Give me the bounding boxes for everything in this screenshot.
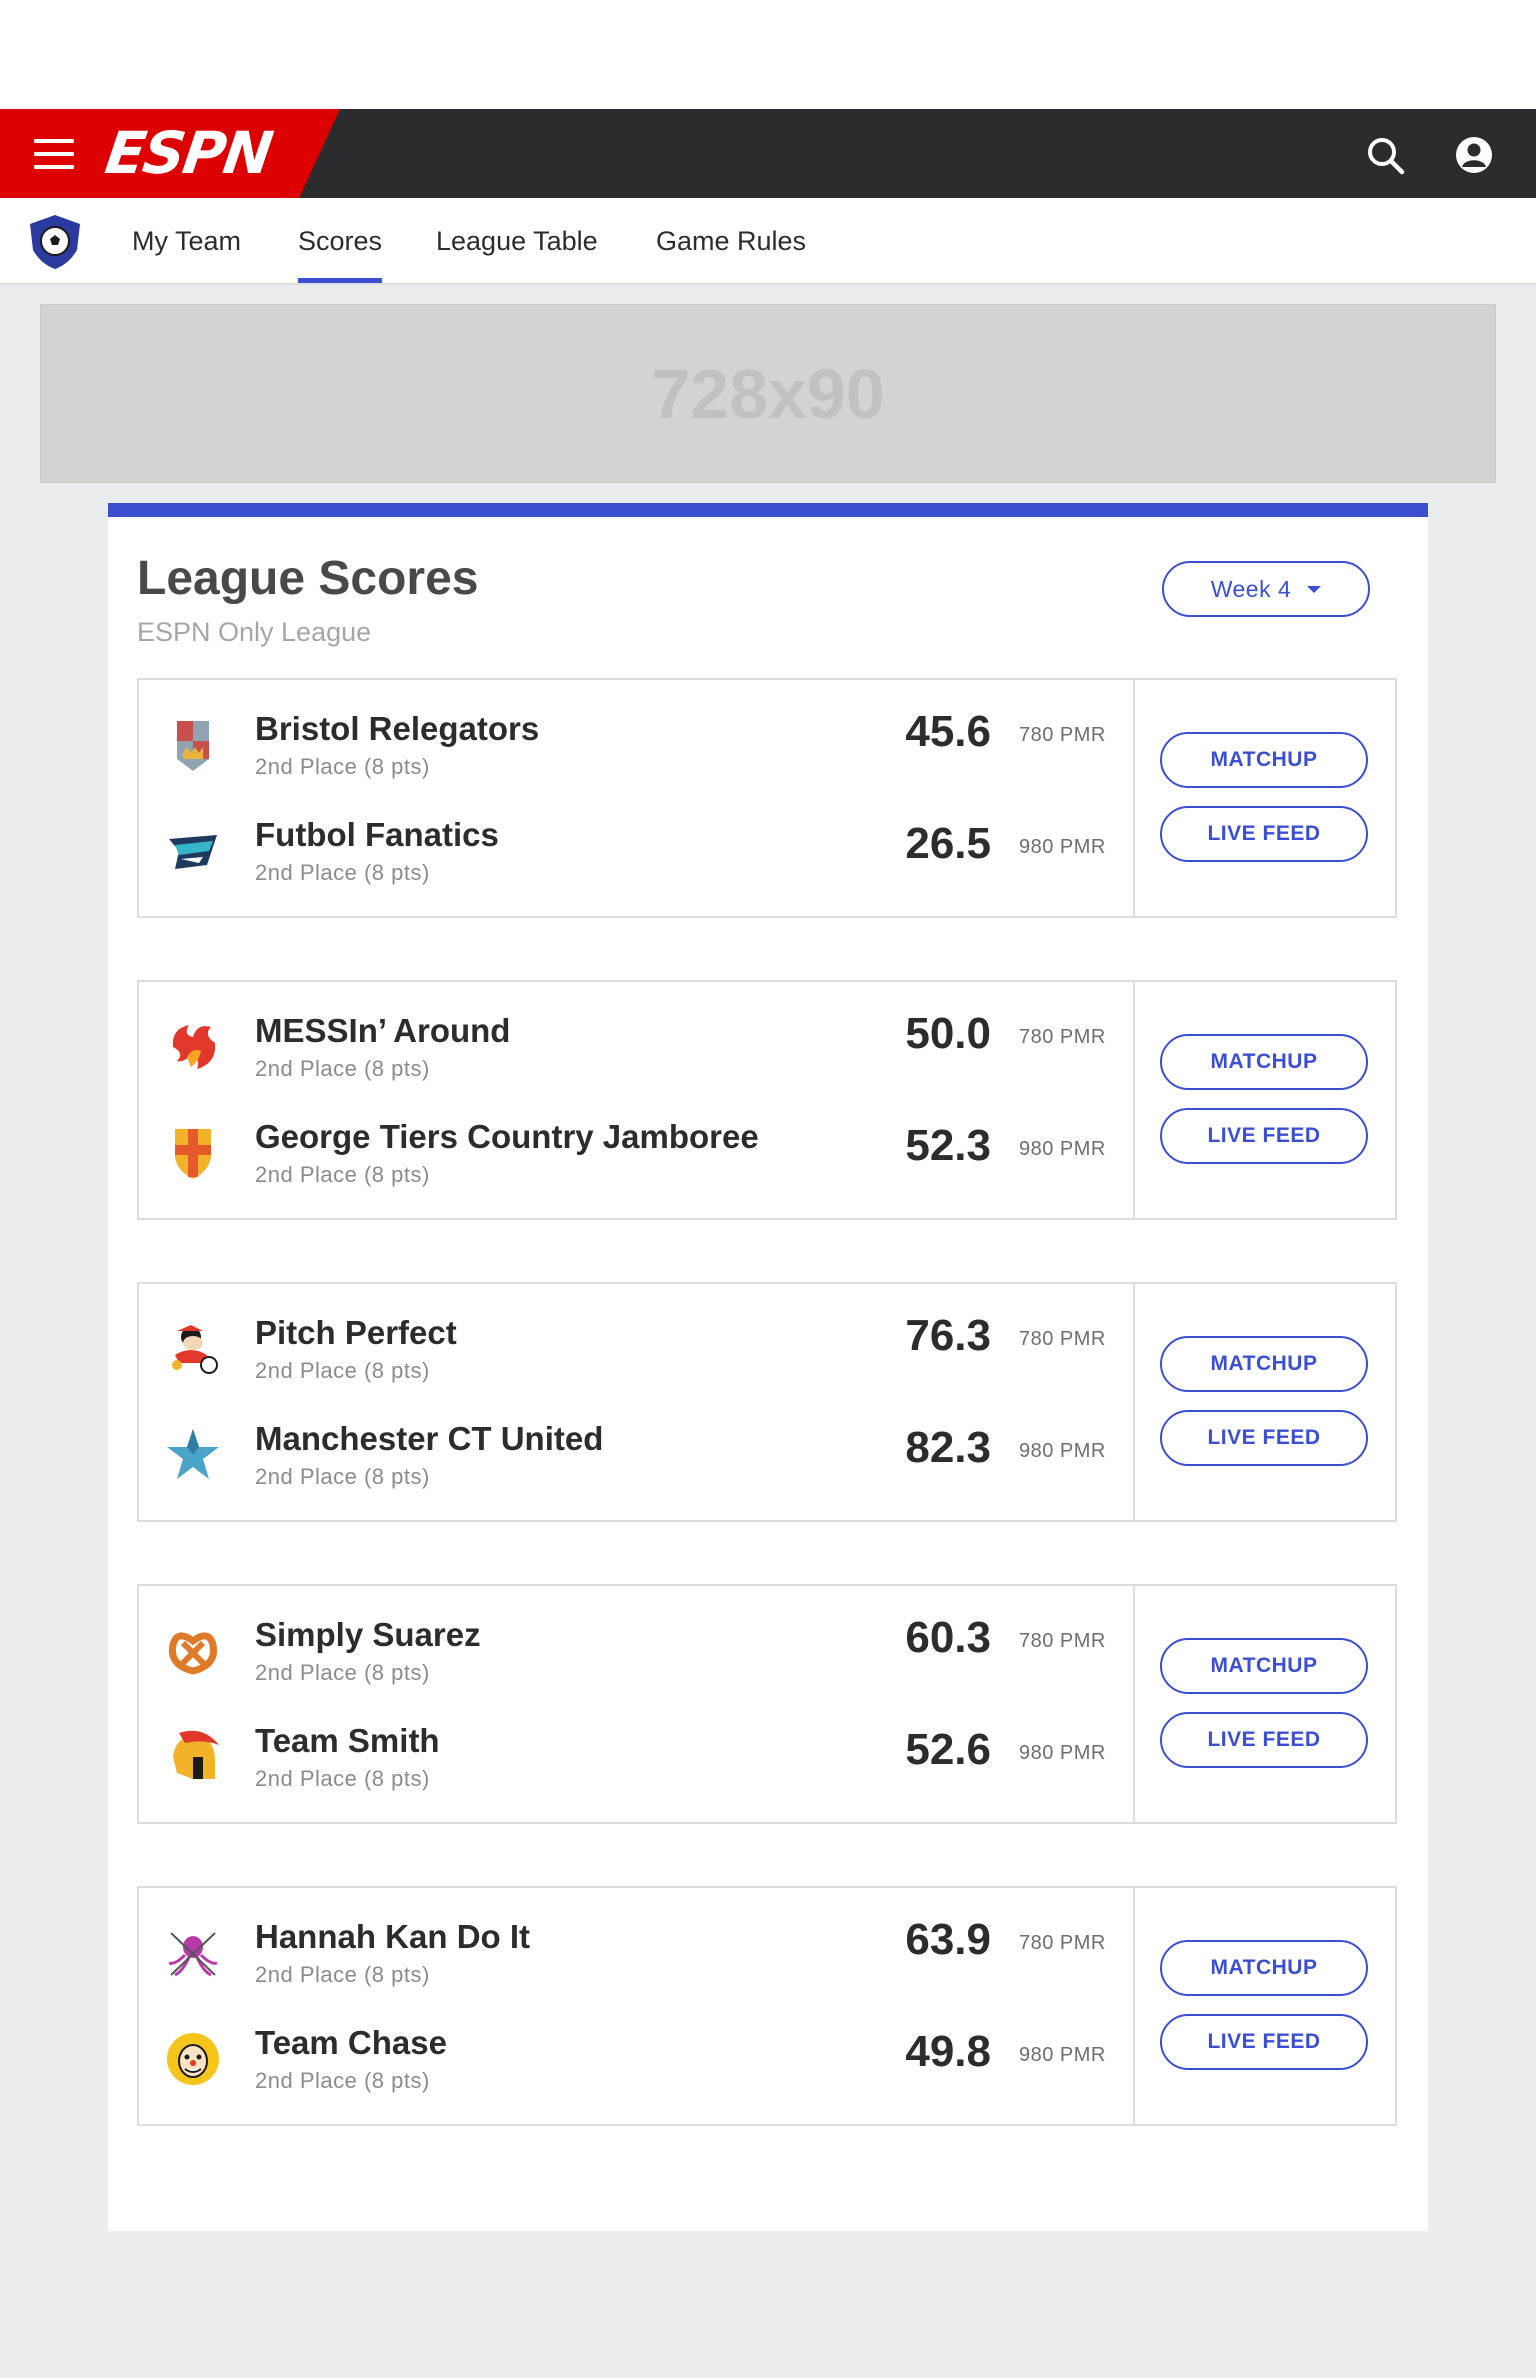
league-scores-card: League Scores ESPN Only League Week 4 Br… xyxy=(108,503,1428,2231)
team-standing: 2nd Place (8 pts) xyxy=(255,754,430,779)
matchup-card: Simply Suarez 2nd Place (8 pts) 60.3 780… xyxy=(137,1584,1397,1824)
live-feed-button[interactable]: LIVE FEED xyxy=(1160,1108,1368,1164)
team-score: 76.3 xyxy=(905,1311,991,1360)
caret-down-icon xyxy=(1307,585,1322,593)
matchup-button[interactable]: MATCHUP xyxy=(1160,1638,1368,1694)
team-standing: 2nd Place (8 pts) xyxy=(255,1056,430,1081)
team-name[interactable]: Hannah Kan Do It xyxy=(255,1918,530,1956)
team-score: 45.6 xyxy=(905,707,991,756)
team-name[interactable]: Manchester CT United xyxy=(255,1420,603,1458)
team-pmr: 780 PMR xyxy=(1019,1630,1106,1652)
team-score: 26.5 xyxy=(905,819,991,868)
nav-my-team[interactable]: My Team xyxy=(132,198,241,283)
live-feed-button[interactable]: LIVE FEED xyxy=(1160,806,1368,862)
matchup-card: Bristol Relegators 2nd Place (8 pts) 45.… xyxy=(137,678,1397,918)
page-title: League Scores xyxy=(137,552,479,605)
league-name: ESPN Only League xyxy=(137,617,372,647)
cartoon-mascot-icon xyxy=(172,1325,218,1374)
matchup-button[interactable]: MATCHUP xyxy=(1160,1336,1368,1392)
matchup-card: MESSIn’ Around 2nd Place (8 pts) 50.0 78… xyxy=(137,980,1397,1220)
clown-face-icon xyxy=(167,2033,219,2085)
nav-scores[interactable]: Scores xyxy=(298,198,383,283)
live-feed-button[interactable]: LIVE FEED xyxy=(1160,1410,1368,1466)
team-score: 52.6 xyxy=(905,1725,991,1774)
league-badge-icon[interactable] xyxy=(25,212,85,272)
menu-icon[interactable] xyxy=(34,139,74,169)
team-pmr: 980 PMR xyxy=(1019,836,1106,858)
team-name[interactable]: Pitch Perfect xyxy=(255,1314,457,1352)
nav-league-table[interactable]: League Table xyxy=(436,198,598,283)
live-feed-button[interactable]: LIVE FEED xyxy=(1160,2014,1368,2070)
team-standing: 2nd Place (8 pts) xyxy=(255,2068,430,2093)
team-pmr: 980 PMR xyxy=(1019,2044,1106,2066)
castle-shield-icon xyxy=(177,721,209,771)
team-score: 60.3 xyxy=(905,1613,991,1662)
team-name[interactable]: Bristol Relegators xyxy=(255,710,539,748)
team-standing: 2nd Place (8 pts) xyxy=(255,1962,430,1987)
team-standing: 2nd Place (8 pts) xyxy=(255,1464,430,1489)
cross-shield-icon xyxy=(175,1129,211,1179)
team-pmr: 780 PMR xyxy=(1019,1932,1106,1954)
team-score: 49.8 xyxy=(905,2027,991,2076)
team-pmr: 780 PMR xyxy=(1019,724,1106,746)
matchup-button[interactable]: MATCHUP xyxy=(1160,732,1368,788)
team-name[interactable]: Team Smith xyxy=(255,1722,440,1760)
team-pmr: 980 PMR xyxy=(1019,1138,1106,1160)
matchup-card: Pitch Perfect 2nd Place (8 pts) 76.3 780… xyxy=(137,1282,1397,1522)
matchup-button[interactable]: MATCHUP xyxy=(1160,1940,1368,1996)
team-score: 50.0 xyxy=(905,1009,991,1058)
search-icon[interactable] xyxy=(1365,135,1405,175)
shark-icon xyxy=(169,835,217,869)
week-selector-label: Week 4 xyxy=(1210,575,1292,602)
live-feed-button[interactable]: LIVE FEED xyxy=(1160,1712,1368,1768)
team-standing: 2nd Place (8 pts) xyxy=(255,1358,430,1383)
divider xyxy=(1133,1888,1135,2124)
team-score: 52.3 xyxy=(905,1121,991,1170)
flame-bird-icon xyxy=(172,1025,216,1069)
divider xyxy=(1133,1586,1135,1822)
matchup-button[interactable]: MATCHUP xyxy=(1160,1034,1368,1090)
team-name[interactable]: Futbol Fanatics xyxy=(255,816,499,854)
team-standing: 2nd Place (8 pts) xyxy=(255,1766,430,1791)
divider xyxy=(1133,982,1135,1218)
team-standing: 2nd Place (8 pts) xyxy=(255,1660,430,1685)
team-name[interactable]: Simply Suarez xyxy=(255,1616,481,1654)
team-score: 63.9 xyxy=(905,1915,991,1964)
top-bar: ESPN xyxy=(0,109,1536,198)
league-subnav: My Team Scores League Table Game Rules xyxy=(0,198,1536,285)
user-profile-icon[interactable] xyxy=(1454,135,1494,175)
divider xyxy=(1133,680,1135,916)
pretzel-icon xyxy=(168,1632,218,1675)
matchup-card: Hannah Kan Do It 2nd Place (8 pts) 63.9 … xyxy=(137,1886,1397,2126)
ad-banner[interactable]: 728x90 xyxy=(40,304,1496,483)
week-selector[interactable]: Week 4 xyxy=(1162,561,1370,617)
spartan-helmet-icon xyxy=(173,1730,219,1779)
team-name[interactable]: Team Chase xyxy=(255,2024,447,2062)
star-icon xyxy=(167,1429,219,1479)
team-name[interactable]: George Tiers Country Jamboree xyxy=(255,1118,759,1156)
team-pmr: 780 PMR xyxy=(1019,1026,1106,1048)
team-pmr: 780 PMR xyxy=(1019,1328,1106,1350)
divider xyxy=(1133,1284,1135,1520)
team-standing: 2nd Place (8 pts) xyxy=(255,1162,430,1187)
team-pmr: 980 PMR xyxy=(1019,1440,1106,1462)
team-standing: 2nd Place (8 pts) xyxy=(255,860,430,885)
octopus-icon xyxy=(168,1932,218,1977)
team-name[interactable]: MESSIn’ Around xyxy=(255,1012,510,1050)
team-score: 82.3 xyxy=(905,1423,991,1472)
espn-logo[interactable]: ESPN xyxy=(101,119,275,187)
status-bar-area xyxy=(0,0,1536,109)
team-pmr: 980 PMR xyxy=(1019,1742,1106,1764)
nav-game-rules[interactable]: Game Rules xyxy=(656,198,806,283)
